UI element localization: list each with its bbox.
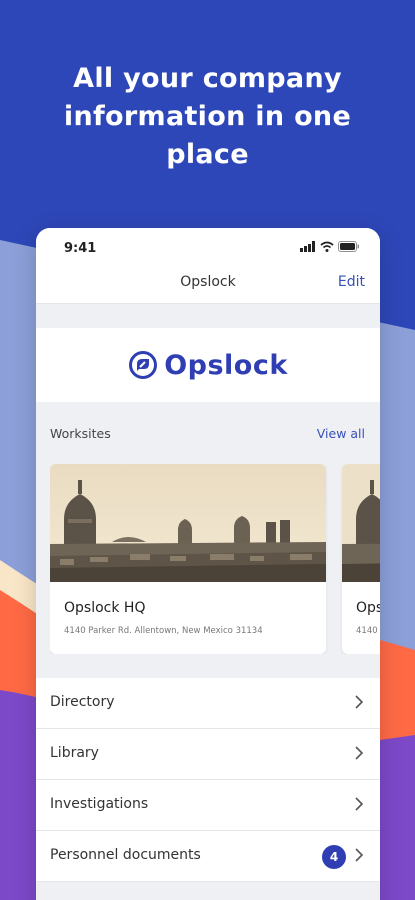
worksite-photo: [50, 464, 326, 582]
phone-frame: 9:41 Opslock Edit Opslock Worksites View…: [36, 228, 380, 900]
worksites-label: Worksites: [50, 426, 111, 441]
menu-item-label: Directory: [50, 694, 115, 710]
logo-card: Opslock: [36, 328, 380, 402]
menu-item-directory[interactable]: Directory: [36, 678, 380, 729]
logo-text: Opslock: [164, 349, 288, 381]
status-icons: [300, 241, 360, 252]
menu-item-label: Library: [50, 745, 99, 761]
signal-icon: [300, 241, 315, 252]
worksite-title: Ops: [356, 600, 380, 616]
wifi-icon: [320, 241, 334, 252]
view-all-link[interactable]: View all: [317, 426, 365, 441]
worksite-card[interactable]: Opslock HQ 4140 Parker Rd. Allentown, Ne…: [50, 464, 326, 654]
worksite-address: 4140: [356, 626, 378, 636]
status-time: 9:41: [64, 241, 97, 256]
menu-item-library[interactable]: Library: [36, 729, 380, 780]
worksite-title: Opslock HQ: [64, 600, 146, 616]
edit-button[interactable]: Edit: [338, 274, 365, 290]
opslock-logo-icon: [129, 351, 158, 379]
chevron-right-icon: [355, 848, 364, 862]
worksite-address: 4140 Parker Rd. Allentown, New Mexico 31…: [64, 626, 263, 636]
chevron-right-icon: [355, 695, 364, 709]
worksites-section: Worksites View all Opslock HQ 4140 Parke…: [36, 402, 380, 654]
menu-item-label: Personnel documents: [50, 847, 201, 863]
headline: All your company information in one plac…: [63, 63, 352, 170]
menu-list: Directory Library Investigations Personn…: [36, 678, 380, 882]
battery-icon: [338, 241, 359, 252]
nav-bar: Opslock Edit: [36, 266, 380, 304]
worksites-header: Worksites View all: [50, 402, 380, 464]
city-skyline-image: [342, 464, 380, 582]
count-badge: 4: [322, 845, 346, 869]
worksite-card[interactable]: Ops 4140: [342, 464, 380, 654]
city-skyline-image: [50, 464, 326, 582]
menu-item-investigations[interactable]: Investigations: [36, 780, 380, 831]
worksite-carousel[interactable]: Opslock HQ 4140 Parker Rd. Allentown, Ne…: [50, 464, 380, 654]
nav-title: Opslock: [180, 274, 236, 290]
menu-item-personnel-documents[interactable]: Personnel documents 4: [36, 831, 380, 882]
chevron-right-icon: [355, 746, 364, 760]
menu-item-label: Investigations: [50, 796, 149, 812]
status-bar: 9:41: [36, 228, 380, 266]
worksite-photo: [342, 464, 380, 582]
chevron-right-icon: [355, 797, 364, 811]
